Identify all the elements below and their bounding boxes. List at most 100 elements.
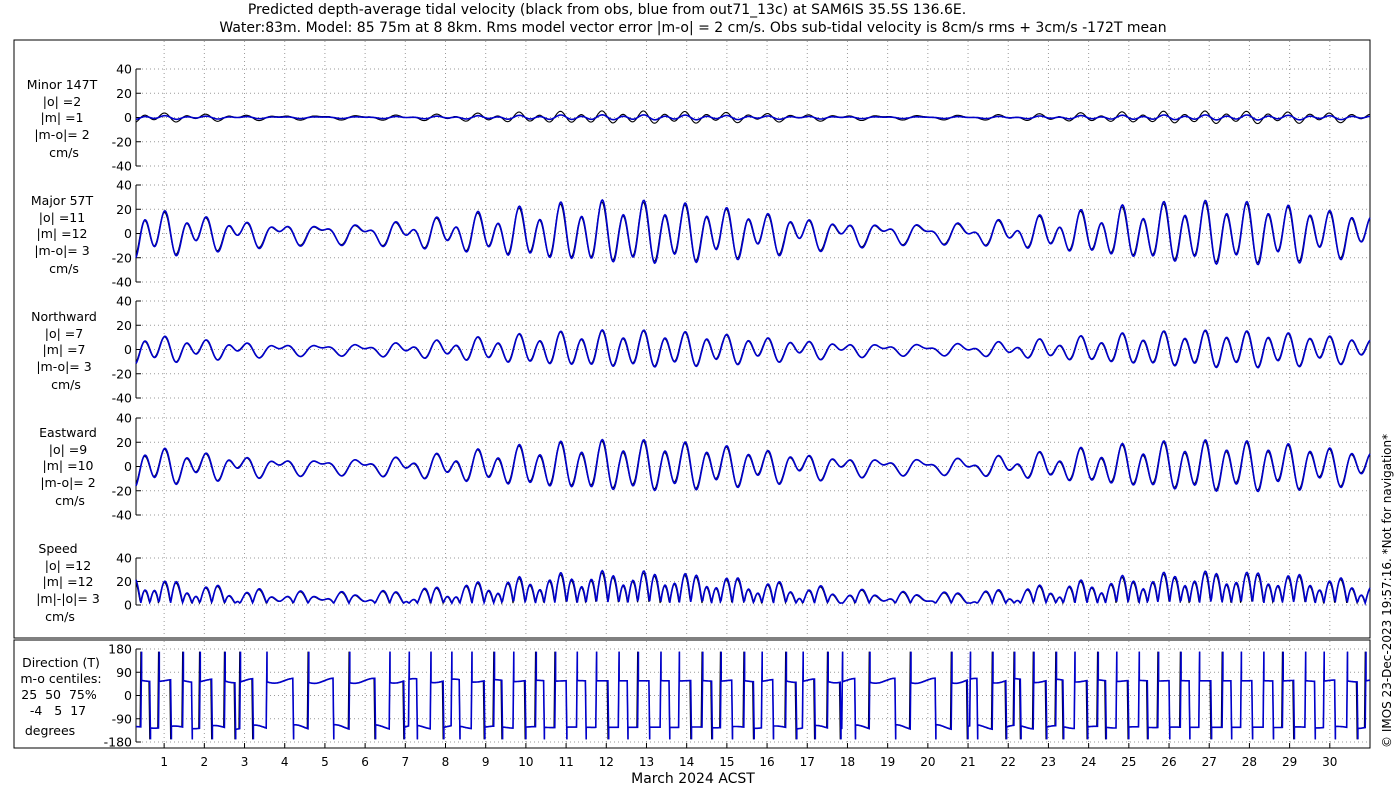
panel-speed: Speed |o| =12 |m| =12 |m|-|o|= 3 cm/s 40… — [36, 541, 1371, 624]
label-major-4: cm/s — [49, 261, 79, 276]
direction-grid — [163, 641, 1331, 747]
panel-direction: Direction (T) m-o centiles: 25 50 75% -4… — [13, 639, 1371, 750]
x-tick-label: 17 — [800, 755, 815, 769]
x-tick-label: 28 — [1242, 755, 1257, 769]
label-major-2: |m| =12 — [37, 226, 88, 241]
y-tick-label: 20 — [116, 86, 132, 101]
y-tick-label: -20 — [112, 483, 132, 498]
label-dir-4: degrees — [25, 723, 75, 738]
panel-label-major: Major 57T |o| =11 |m| =12 |m-o|= 3 cm/s — [31, 193, 97, 276]
y-tick-label: 20 — [116, 202, 132, 217]
x-tick-label: 26 — [1161, 755, 1176, 769]
label-north-1: |o| =7 — [45, 326, 83, 341]
x-tick-label: 22 — [1001, 755, 1016, 769]
x-tick-label: 5 — [321, 755, 329, 769]
x-tick-label: 12 — [599, 755, 614, 769]
label-east-0: Eastward — [39, 425, 97, 440]
x-tick-label: 11 — [558, 755, 573, 769]
x-axis-label: March 2024 ACST — [631, 771, 755, 787]
panel-label-speed: Speed |o| =12 |m| =12 |m|-|o|= 3 cm/s — [36, 541, 104, 624]
label-major-1: |o| =11 — [39, 210, 85, 225]
x-tick-label: 1 — [160, 755, 168, 769]
x-tick-label: 2 — [201, 755, 209, 769]
x-tick-label: 14 — [679, 755, 694, 769]
panel-label-direction: Direction (T) m-o centiles: 25 50 75% -4… — [20, 655, 105, 738]
x-tick-label: 10 — [518, 755, 533, 769]
model-line-north — [135, 329, 1371, 369]
y-tick-label: -180 — [104, 735, 132, 750]
label-speed-2: |m| =12 — [43, 574, 94, 589]
label-dir-2: 25 50 75% — [21, 687, 97, 702]
label-east-2: |m| =10 — [43, 458, 94, 473]
label-east-4: cm/s — [55, 493, 85, 508]
label-minor-1: |o| =2 — [43, 94, 81, 109]
model-line-minor — [135, 113, 1371, 121]
x-tick-label: 16 — [759, 755, 774, 769]
x-tick-label: 13 — [639, 755, 654, 769]
y-tick-label: 0 — [124, 226, 132, 241]
x-tick-label: 15 — [719, 755, 734, 769]
y-tick-label: -40 — [112, 508, 132, 523]
y-tick-label: 40 — [116, 178, 132, 193]
panel-label-north: Northward |o| =7 |m| =7 |m-o|= 3 cm/s — [31, 309, 101, 392]
y-tick-label: -20 — [112, 366, 132, 381]
y-tick-label: 0 — [124, 110, 132, 125]
x-tick-label: 3 — [241, 755, 249, 769]
x-tick-label: 27 — [1202, 755, 1217, 769]
y-tick-label: -40 — [112, 159, 132, 174]
velocity-grid — [163, 41, 1331, 637]
x-tick-label: 21 — [960, 755, 975, 769]
panel-north: Northward |o| =7 |m| =7 |m-o|= 3 cm/s 40… — [31, 294, 1371, 406]
label-east-3: |m-o|= 2 — [40, 475, 95, 490]
label-speed-4: cm/s — [45, 609, 75, 624]
x-tick-label: 24 — [1081, 755, 1096, 769]
y-tick-label: 0 — [124, 459, 132, 474]
x-tick-label: 7 — [401, 755, 409, 769]
x-tick-label: 20 — [920, 755, 935, 769]
y-tick-label: -40 — [112, 275, 132, 290]
label-major-0: Major 57T — [31, 193, 94, 208]
chart-title-line2: Water:83m. Model: 85 75m at 8 8km. Rms m… — [219, 20, 1166, 36]
x-tick-label: 25 — [1121, 755, 1136, 769]
y-tick-label: 20 — [116, 435, 132, 450]
y-tick-label: -90 — [112, 711, 132, 726]
x-tick-label: 4 — [281, 755, 289, 769]
label-speed-3: |m|-|o|= 3 — [36, 591, 100, 606]
y-tick-label: 0 — [124, 598, 132, 613]
y-tick-label: -20 — [112, 250, 132, 265]
x-tick-label: 29 — [1282, 755, 1297, 769]
label-major-3: |m-o|= 3 — [34, 243, 89, 258]
copyright-note: © IMOS 23-Dec-2023 19:57:16. *Not for na… — [1380, 434, 1394, 748]
label-east-1: |o| =9 — [49, 442, 88, 457]
y-tick-label: 40 — [116, 551, 132, 566]
x-tick-label: 9 — [482, 755, 490, 769]
label-minor-4: cm/s — [49, 145, 79, 160]
y-tick-label: 0 — [124, 342, 132, 357]
label-minor-0: Minor 147T — [27, 77, 98, 92]
x-axis-day-ticks: 1 2 3 4 5 6 7 8 9 10 11 12 13 14 15 16 17 18 19 20 21 22 23 24 2… — [160, 743, 1337, 769]
model-line-major — [135, 198, 1371, 266]
x-tick-label: 19 — [880, 755, 895, 769]
x-tick-label: 23 — [1041, 755, 1056, 769]
label-minor-3: |m-o|= 2 — [34, 127, 89, 142]
label-speed-0: Speed — [38, 541, 77, 556]
x-tick-label: 6 — [361, 755, 369, 769]
y-tick-label: 90 — [116, 665, 132, 680]
panel-major: Major 57T |o| =11 |m| =12 |m-o|= 3 cm/s … — [31, 178, 1371, 290]
label-north-0: Northward — [31, 309, 97, 324]
tidal-velocity-figure: Predicted depth-average tidal velocity (… — [13, 2, 1394, 787]
y-tick-label: 40 — [116, 62, 132, 77]
panel-label-minor: Minor 147T |o| =2 |m| =1 |m-o|= 2 cm/s — [27, 77, 101, 160]
label-north-3: |m-o|= 3 — [36, 359, 91, 374]
y-axis-speed: 40 20 0 — [116, 551, 1370, 613]
panel-east: Eastward |o| =9 |m| =10 |m-o|= 2 cm/s 40… — [39, 411, 1371, 523]
model-line-east — [135, 438, 1371, 493]
label-dir-3: -4 5 17 — [30, 703, 86, 718]
panel-minor: Minor 147T |o| =2 |m| =1 |m-o|= 2 cm/s 4… — [27, 62, 1371, 174]
y-tick-label: 20 — [116, 574, 132, 589]
x-tick-label: 30 — [1322, 755, 1337, 769]
label-north-4: cm/s — [51, 377, 81, 392]
y-tick-label: -20 — [112, 134, 132, 149]
label-minor-2: |m| =1 — [41, 110, 84, 125]
label-speed-1: |o| =12 — [45, 558, 91, 573]
